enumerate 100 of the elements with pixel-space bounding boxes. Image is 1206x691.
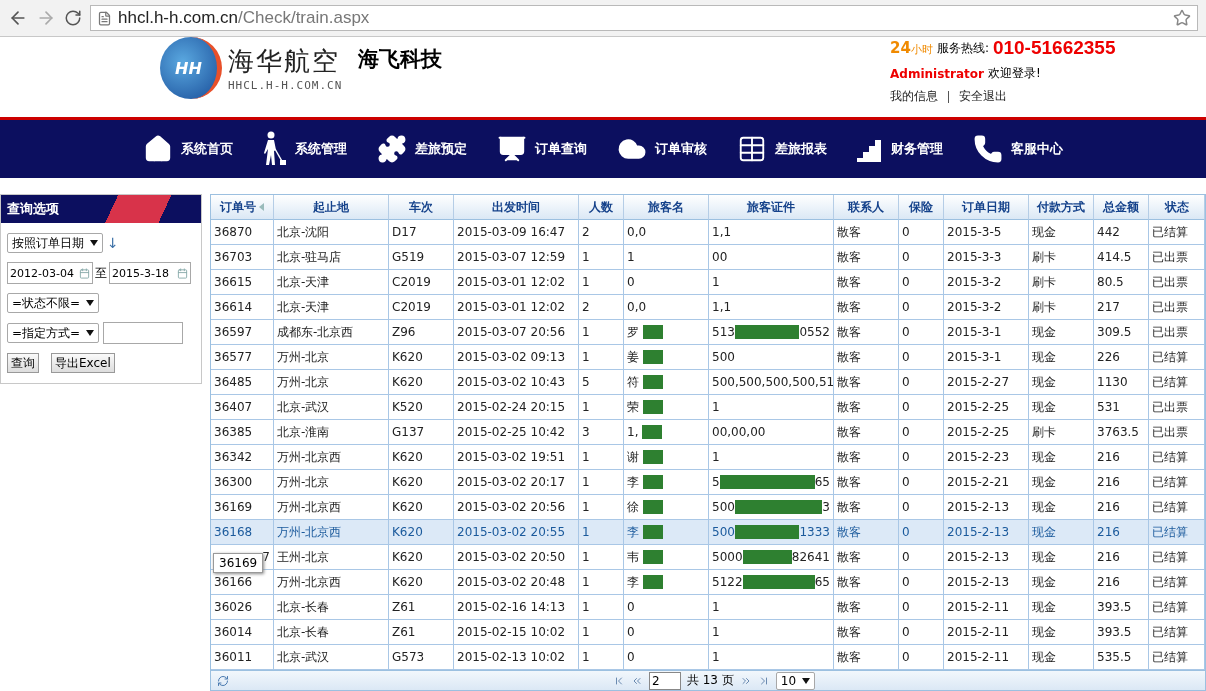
column-header[interactable]: 付款方式 [1029,195,1094,220]
table-cell: 北京-天津 [274,295,389,320]
table-icon [737,134,767,164]
table-cell: 1 [579,245,624,270]
table-cell: 500 1333 [709,520,834,545]
page-field[interactable]: 2 [648,671,681,690]
column-header[interactable]: 总金额 [1094,195,1149,220]
table-cell: 散客 [834,345,899,370]
table-cell: 36026 [211,595,274,620]
table-cell: 万州-北京 [274,345,389,370]
table-cell: 36342 [211,445,274,470]
table-cell: 2015-3-2 [944,270,1029,295]
header-link[interactable]: 我的信息 [890,88,938,105]
column-header[interactable]: 旅客证件 [709,195,834,220]
table-cell: Z61 [389,595,454,620]
table-cell: 已结算 [1149,345,1205,370]
calendar-icon[interactable] [79,267,90,279]
column-header[interactable]: 联系人 [834,195,899,220]
table-cell: 1 [579,645,624,670]
search-button[interactable]: 查询 [7,353,39,373]
table-cell: 0 [624,645,709,670]
table-cell: 1 [709,395,834,420]
table-cell: 36597 [211,320,274,345]
nav-item[interactable]: 差旅预定 [377,134,467,164]
table-cell: 2015-2-23 [944,445,1029,470]
column-header[interactable]: 旅客名 [624,195,709,220]
nav-item[interactable]: 客服中心 [973,134,1063,164]
table-cell: 已结算 [1149,620,1205,645]
table-cell: D17 [389,220,454,245]
calendar-icon[interactable] [177,267,188,279]
table-cell: 1 [709,445,834,470]
table-cell: 36614 [211,295,274,320]
table-cell: 2015-03-07 20:56 [454,320,579,345]
table-cell: 0 [624,620,709,645]
table-cell: 2015-03-02 20:48 [454,570,579,595]
table-cell: 216 [1094,545,1149,570]
nav-item[interactable]: 系统首页 [143,134,233,164]
table-cell: Z61 [389,620,454,645]
table-cell: 0 [899,270,944,295]
nav-item[interactable]: 系统管理 [263,131,347,167]
address-field[interactable]: hhcl.h-h.com.cn/Check/train.aspx [90,5,1198,31]
table-cell: G519 [389,245,454,270]
table-cell: 00 [709,245,834,270]
column-header[interactable]: 订单号 [211,195,274,220]
table-cell: 393.5 [1094,595,1149,620]
table-cell: 李 [624,470,709,495]
column-header[interactable]: 订单日期 [944,195,1029,220]
table-cell: 散客 [834,570,899,595]
sort-select[interactable]: 按照订单日期 [7,233,103,253]
column-header[interactable]: 起止地 [274,195,389,220]
nav-item[interactable]: 差旅报表 [737,134,827,164]
table-cell: 1 [579,395,624,420]
table-cell: 姜 [624,345,709,370]
hotline-label: 服务热线: [936,39,989,57]
table-cell: 散客 [834,495,899,520]
column-header[interactable]: 出发时间 [454,195,579,220]
table-cell: 0 [899,245,944,270]
table-cell: 2015-2-13 [944,520,1029,545]
column-header[interactable]: 人数 [579,195,624,220]
column-header[interactable]: 状态 [1149,195,1205,220]
table-cell: 已出票 [1149,295,1205,320]
table-cell: 万州-北京西 [274,520,389,545]
table-cell: 北京-长春 [274,620,389,645]
table-cell: 现金 [1029,595,1094,620]
table-cell: 2015-03-01 12:02 [454,295,579,320]
mode-select[interactable]: =指定方式= [7,323,100,343]
page-icon [97,10,112,26]
table-cell: G137 [389,420,454,445]
date-field[interactable]: 2015-3-18 [109,262,191,284]
export-button[interactable]: 导出Excel [51,353,115,373]
bookmark-star-icon[interactable] [1173,9,1191,27]
nav-item[interactable]: 订单审核 [617,134,707,164]
table-cell: 散客 [834,595,899,620]
table-cell: 36615 [211,270,274,295]
table-cell: 2015-03-02 20:50 [454,545,579,570]
column-header[interactable]: 车次 [389,195,454,220]
table-cell: 已出票 [1149,395,1205,420]
table-cell: K620 [389,570,454,595]
table-cell: 216 [1094,470,1149,495]
table-cell: 散客 [834,520,899,545]
nav-item[interactable]: 财务管理 [857,136,943,162]
table-cell: 符 [624,370,709,395]
table-cell: 531 [1094,395,1149,420]
table-cell: 216 [1094,570,1149,595]
date-field[interactable]: 2012-03-04 [7,262,93,284]
nav-item[interactable]: 订单查询 [497,134,587,164]
status-select[interactable]: =状态不限= [7,293,100,313]
page-size-select[interactable]: 10 [775,671,816,690]
input-field[interactable] [103,322,184,344]
refresh-icon[interactable] [217,674,229,687]
table-cell: 513 0552 [709,320,834,345]
reload-icon[interactable] [64,9,82,27]
table-cell: 2015-2-13 [944,570,1029,595]
table-cell: 1130 [1094,370,1149,395]
tooltip: 36169 [213,553,264,573]
table-cell: 2015-03-09 16:47 [454,220,579,245]
header-link[interactable]: 安全退出 [959,88,1007,105]
table-cell: 李 [624,520,709,545]
table-cell: 北京-长春 [274,595,389,620]
column-header[interactable]: 保险 [899,195,944,220]
